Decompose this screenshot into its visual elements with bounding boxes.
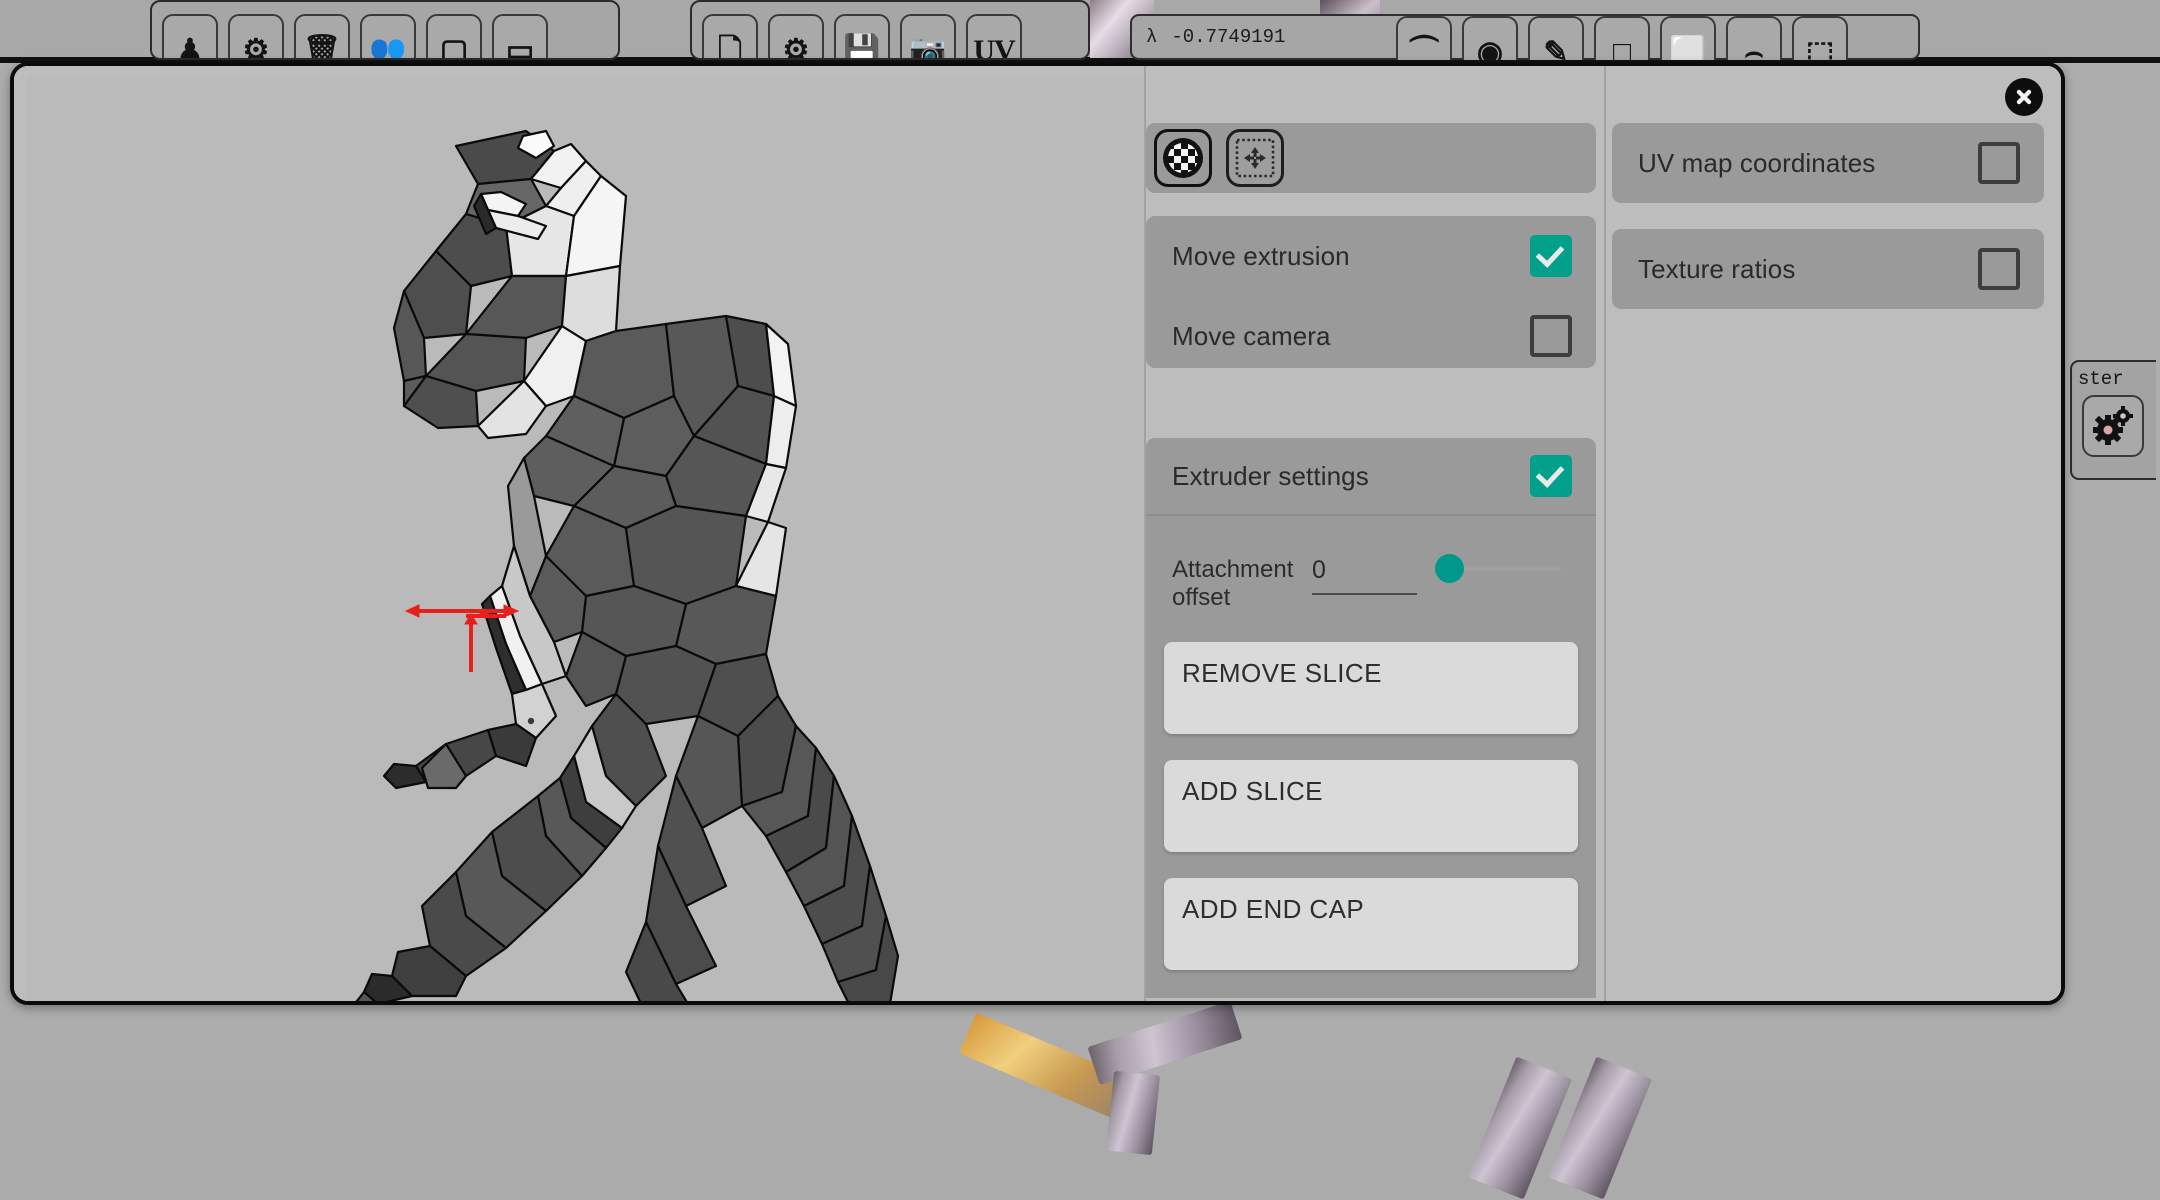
extruder-settings-toggle[interactable]: Extruder settings <box>1146 438 1596 514</box>
texture-ratios-label: Texture ratios <box>1638 254 1795 285</box>
move-camera-checkbox[interactable] <box>1530 315 1572 357</box>
extruder-settings-card: Extruder settings Attachment offset 0 <box>1146 438 1596 998</box>
extruder-settings-checkbox[interactable] <box>1530 455 1572 497</box>
move-mode-button[interactable] <box>1226 129 1284 187</box>
coord-line2: i 0.3040701 ● 0.6 <box>1146 56 1387 60</box>
texture-ratios-toggle[interactable]: Texture ratios <box>1612 229 2044 309</box>
uv-map-icon[interactable]: UV <box>966 14 1022 58</box>
extruder-settings-dialog: Move extrusion Move camera Extruder sett… <box>10 62 2065 1005</box>
uv-map-coordinates-toggle[interactable]: UV map coordinates <box>1612 123 2044 203</box>
right-toolgroup[interactable]: ⏜ ◉ ✎ □ ⬜ ⌢ ⬚ <box>1380 0 1940 60</box>
attachment-offset-field[interactable]: 0 <box>1312 530 1417 595</box>
extruder-settings-label: Extruder settings <box>1172 461 1369 492</box>
new-file-icon[interactable]: 🗋 <box>702 14 758 58</box>
add-slice-button[interactable]: ADD SLICE <box>1164 760 1578 852</box>
trash-icon[interactable]: 🗑 <box>294 14 350 58</box>
add-end-cap-button[interactable]: ADD END CAP <box>1164 878 1578 970</box>
move-options-card: Move extrusion Move camera <box>1146 216 1596 368</box>
gears-settings-icon[interactable] <box>2082 395 2144 457</box>
texture-ratios-checkbox[interactable] <box>1978 248 2020 290</box>
viewport-speck <box>528 718 534 724</box>
checkered-sphere-icon <box>1161 136 1205 180</box>
move-extrusion-label: Move extrusion <box>1172 241 1350 272</box>
arch-icon[interactable]: ⌢ <box>1726 16 1782 60</box>
group-people-icon[interactable]: 👥 <box>360 14 416 58</box>
file-toolgroup[interactable]: 🗋 ⚙ 💾 📷 UV <box>690 0 1090 60</box>
move-extrusion-checkbox[interactable] <box>1530 235 1572 277</box>
texture-paint-mode-button[interactable] <box>1154 129 1212 187</box>
frame-alt-icon[interactable]: ▭ <box>492 14 548 58</box>
sculpt-icon[interactable]: ✎ <box>1528 16 1584 60</box>
model-viewport[interactable] <box>26 76 1144 1001</box>
slider-track-area[interactable] <box>1427 530 1576 590</box>
box-frame-icon[interactable]: □ <box>1594 16 1650 60</box>
gears-settings-icon[interactable]: ⚙ <box>228 14 284 58</box>
uv-map-coordinates-checkbox[interactable] <box>1978 142 2020 184</box>
side-panel-label: ster <box>2072 362 2156 390</box>
background-model-limb <box>1087 1001 1242 1085</box>
left-toolgroup[interactable]: ♟ ⚙ 🗑 👥 ▢ ▭ <box>150 0 620 60</box>
slider-thumb[interactable] <box>1435 554 1464 583</box>
move-arrows-icon <box>1233 136 1277 180</box>
pane-divider <box>1604 66 1606 1001</box>
texture-preview-icon[interactable]: ◉ <box>1462 16 1518 60</box>
coord-lambda-label: λ <box>1146 26 1157 48</box>
wireframe-model <box>26 76 1144 1001</box>
attachment-offset-value: 0 <box>1312 556 1417 595</box>
viewport-pane <box>14 66 1144 1001</box>
empty-frame-icon[interactable]: ⬜ <box>1660 16 1716 60</box>
people-photo-icon[interactable]: ♟ <box>162 14 218 58</box>
add-end-cap-label: ADD END CAP <box>1182 894 1364 925</box>
gears-settings-icon[interactable]: ⚙ <box>768 14 824 58</box>
remove-slice-label: REMOVE SLICE <box>1182 658 1382 689</box>
settings-pane: Move extrusion Move camera Extruder sett… <box>1144 66 1604 1001</box>
remove-slice-button[interactable]: REMOVE SLICE <box>1164 642 1578 734</box>
move-extrusion-toggle[interactable]: Move extrusion <box>1146 216 1596 296</box>
close-icon[interactable] <box>2005 78 2043 116</box>
attachment-offset-label: Attachment offset <box>1172 530 1302 612</box>
mode-buttons-card <box>1146 123 1596 193</box>
move-camera-toggle[interactable]: Move camera <box>1146 296 1596 376</box>
uv-map-coordinates-label: UV map coordinates <box>1638 148 1875 179</box>
move-camera-label: Move camera <box>1172 321 1331 352</box>
attachment-offset-slider[interactable]: Attachment offset 0 <box>1146 516 1596 634</box>
camera-icon[interactable]: 📷 <box>900 14 956 58</box>
right-options-pane: UV map coordinates Texture ratios <box>1604 66 2061 1001</box>
background-model-limb <box>1106 1071 1160 1155</box>
dotted-select-icon[interactable]: ⬚ <box>1792 16 1848 60</box>
side-panel[interactable]: ster <box>2070 360 2156 480</box>
curve-icon[interactable]: ⏜ <box>1396 16 1452 60</box>
save-floppy-icon[interactable]: 💾 <box>834 14 890 58</box>
add-slice-label: ADD SLICE <box>1182 776 1323 807</box>
frame-icon[interactable]: ▢ <box>426 14 482 58</box>
coord-lambda-value: -0.7749191 <box>1171 26 1285 48</box>
